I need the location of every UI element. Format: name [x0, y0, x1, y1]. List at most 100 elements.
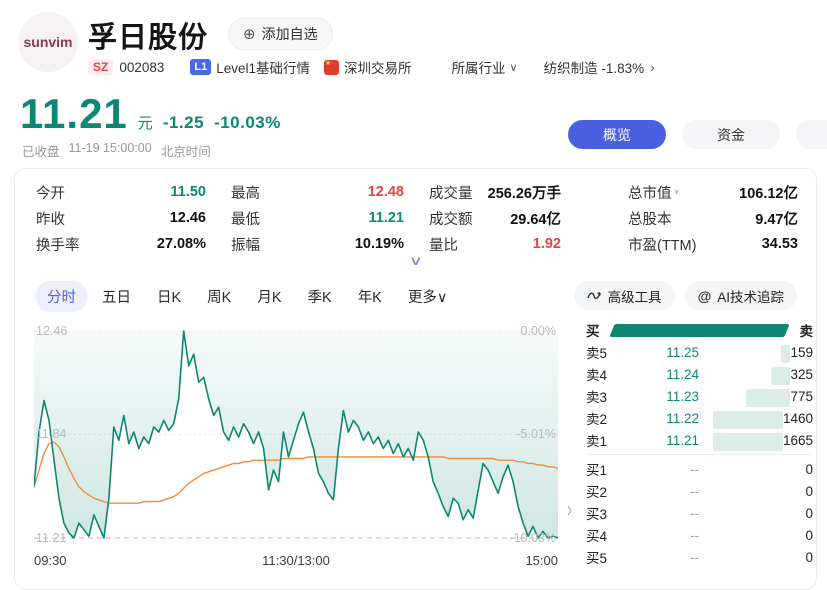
level-label: 买5 [586, 547, 620, 567]
volume-value: 325 [790, 367, 813, 382]
tool-AI技术追踪[interactable]: @AI技术追踪 [685, 281, 797, 310]
tool-label: AI技术追踪 [717, 286, 784, 306]
stat-最高: 最高12.48 [231, 179, 404, 205]
stat-label: 换手率 [36, 234, 80, 255]
level-volume: 159 [713, 341, 813, 363]
tab-概览[interactable]: 概览 [568, 120, 666, 149]
level-label: 卖5 [586, 342, 620, 362]
level-volume: 0 [713, 458, 813, 480]
intraday-chart[interactable] [34, 319, 558, 549]
add-watchlist-label: 添加自选 [262, 24, 318, 44]
volume-value: 0 [805, 462, 813, 477]
industry-label: 所属行业 [452, 57, 506, 77]
level-price: -- [620, 484, 713, 499]
sell-level-row[interactable]: 卖311.23775 [586, 385, 813, 407]
level-label: 买3 [586, 503, 620, 523]
market-status-row: 已收盘 11-19 15:00:00 北京时间 [22, 141, 211, 160]
market-status: 已收盘 [22, 141, 60, 160]
tool-高级工具[interactable]: 高级工具 [574, 281, 675, 310]
sell-level-row[interactable]: 卖211.221460 [586, 407, 813, 429]
stat-value: 11.50 [171, 184, 207, 200]
level-price: -- [620, 550, 713, 565]
stat-换手率: 换手率27.08% [36, 231, 206, 257]
chart-tools: 高级工具 @AI技术追踪 [574, 281, 797, 310]
stat-value: 9.47亿 [755, 208, 798, 229]
stats-column: 今开11.50昨收12.46换手率27.08% [36, 179, 206, 257]
tab-资金[interactable]: 资金 [682, 120, 780, 149]
buy-level-row[interactable]: 买5--0 [586, 546, 813, 568]
level-volume: 0 [713, 524, 813, 546]
stat-总股本: 总股本 9.47亿 [628, 205, 798, 231]
level-label: 买2 [586, 481, 620, 501]
level-volume: 0 [713, 546, 813, 568]
stat-label: 成交额 [429, 208, 473, 229]
tool-label: 高级工具 [608, 286, 662, 306]
time-axis: 09:30 11:30/13:00 15:00 [34, 553, 558, 568]
level-price: -- [620, 528, 713, 543]
stat-昨收: 昨收12.46 [36, 205, 206, 231]
stat-label: 成交量 [429, 182, 473, 203]
industry-dropdown[interactable]: 所属行业 ∨ [452, 57, 518, 77]
chart-tab-月K[interactable]: 月K [246, 281, 292, 312]
axis-label-mid: 11.84 [36, 427, 66, 441]
exchange-flag-icon [324, 60, 339, 75]
level-price: 11.25 [620, 345, 713, 360]
chart-tab-日K[interactable]: 日K [146, 281, 192, 312]
stat-label: 最高 [231, 182, 260, 203]
collapse-stats-chevron-icon[interactable]: ∨ [409, 253, 423, 269]
volume-value: 1665 [783, 433, 813, 448]
buy-level-row[interactable]: 买4--0 [586, 524, 813, 546]
price-change: -1.25 [163, 113, 204, 133]
sell-level-row[interactable]: 卖111.211665 [586, 429, 813, 451]
time-mid: 11:30/13:00 [262, 553, 330, 568]
quote-datetime: 11-19 15:00:00 [69, 141, 152, 160]
level-label: 卖2 [586, 408, 620, 428]
stock-meta-row: SZ 002083 L1 Level1基础行情 深圳交易所 所属行业 ∨ 纺织制… [88, 57, 655, 77]
buy-queue: 买1--0买2--0买3--0买4--0买5--0 [586, 458, 813, 568]
stat-label: 总市值▾ [628, 182, 679, 203]
expand-panel-chevron-icon[interactable]: › [567, 497, 572, 523]
time-open: 09:30 [34, 553, 67, 568]
level-label: 买1 [586, 459, 620, 479]
stat-label: 总股本 [628, 208, 672, 229]
stat-label: 量比 [429, 234, 458, 255]
stat-value: 1.92 [533, 236, 561, 252]
chart-tab-分时[interactable]: 分时 [36, 281, 87, 312]
sell-level-row[interactable]: 卖411.24325 [586, 363, 813, 385]
chart-tab-五日[interactable]: 五日 [91, 281, 142, 312]
add-watchlist-button[interactable]: ⊕ 添加自选 [228, 18, 333, 50]
time-close: 15:00 [525, 553, 558, 568]
volume-value: 159 [790, 345, 813, 360]
volume-value: 0 [805, 484, 813, 499]
tab-简况[interactable]: 简况 [796, 120, 827, 149]
stat-label: 最低 [231, 208, 260, 229]
industry-link[interactable]: 纺织制造 -1.83% › [544, 57, 655, 77]
buy-level-row[interactable]: 买1--0 [586, 458, 813, 480]
chart-tab-季K[interactable]: 季K [297, 281, 343, 312]
quote-detail-card: 今开11.50昨收12.46换手率27.08%最高12.48最低11.21振幅1… [14, 168, 817, 590]
caret-down-icon[interactable]: ▾ [675, 187, 680, 198]
sell-level-row[interactable]: 卖511.25 159 [586, 341, 813, 363]
level-volume: 0 [713, 480, 813, 502]
buy-level-row[interactable]: 买3--0 [586, 502, 813, 524]
timezone-label: 北京时间 [161, 141, 211, 160]
volume-bar [781, 345, 790, 363]
volume-bar [713, 433, 783, 451]
stat-value: 12.46 [170, 210, 206, 226]
stat-市盈(TTM): 市盈(TTM)34.53 [628, 231, 798, 257]
view-tabs: 概览资金简况 [568, 120, 827, 149]
level-label: Level1基础行情 [216, 57, 310, 77]
volume-value: 1460 [783, 411, 813, 426]
chevron-right-icon: › [650, 59, 655, 75]
chevron-down-icon: ∨ [510, 61, 518, 74]
buy-level-row[interactable]: 买2-- 0 [586, 480, 813, 502]
axis-label-pct-mid: -5.01% [516, 427, 556, 441]
add-circle-icon: ⊕ [243, 25, 256, 43]
chart-tab-周K[interactable]: 周K [196, 281, 242, 312]
stat-value: 256.26万手 [488, 182, 561, 203]
chart-tab-更多[interactable]: 更多∨ [397, 281, 459, 312]
axis-label-pct-low: -10.03% [509, 531, 556, 545]
price-unit: 元 [138, 112, 153, 133]
chart-tab-年K[interactable]: 年K [347, 281, 393, 312]
stats-column: 最高12.48最低11.21振幅10.19% [231, 179, 404, 257]
